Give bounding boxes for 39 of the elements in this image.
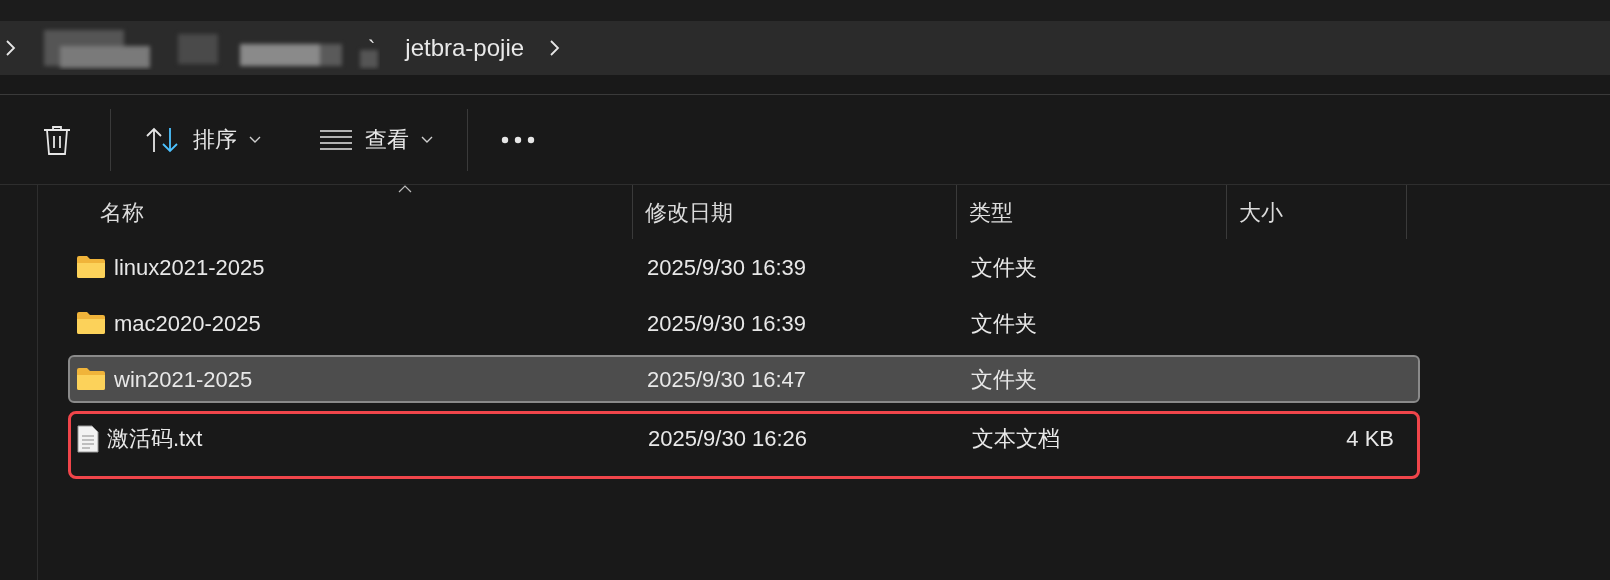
breadcrumb-item[interactable]: jetbra-pojie: [405, 30, 525, 66]
folder-icon: [76, 255, 106, 279]
trash-icon: [42, 123, 72, 156]
folder-icon: [76, 311, 106, 335]
caret-icon: [421, 135, 433, 144]
column-header[interactable]: 大小: [1227, 185, 1407, 239]
modified-date: 2025/9/30 16:39: [646, 253, 808, 282]
more-icon: [501, 135, 535, 144]
sort-icon: [145, 125, 181, 154]
file-row[interactable]: linux2021-2025 2025/9/30 16:39 文件夹: [68, 243, 1420, 291]
modified-date: 2025/9/30 16:47: [646, 365, 808, 394]
file-name: 激活码.txt: [107, 425, 203, 453]
file-row[interactable]: 激活码.txt 2025/9/30 16:26 文本文档 4 KB: [68, 411, 1420, 479]
file-row[interactable]: win2021-2025 2025/9/30 16:47 文件夹: [68, 355, 1420, 403]
column-header[interactable]: 修改日期: [633, 185, 957, 239]
caret-icon: [249, 135, 261, 144]
list-icon: [319, 128, 353, 151]
chevron-right-icon[interactable]: [548, 39, 561, 57]
modified-date: 2025/9/30 16:26: [647, 425, 809, 453]
path-separator: `: [368, 34, 376, 63]
file-type: 文件夹: [970, 253, 1038, 282]
sort-indicator-icon: [398, 185, 412, 193]
modified-date: 2025/9/30 16:39: [646, 309, 808, 338]
file-name: win2021-2025: [114, 365, 253, 394]
file-name: mac2020-2025: [114, 309, 261, 338]
column-header[interactable]: 类型: [957, 185, 1227, 239]
folder-icon: [76, 367, 106, 391]
chevron-right-icon[interactable]: [4, 39, 16, 57]
file-type: 文件夹: [970, 309, 1038, 338]
file-size: 4 KB: [1346, 426, 1394, 451]
file-name: linux2021-2025: [114, 253, 265, 282]
file-type: 文件夹: [970, 365, 1038, 394]
file-type: 文本文档: [971, 425, 1061, 453]
sort-button[interactable]: 排序: [141, 117, 265, 162]
view-button[interactable]: 查看: [315, 117, 437, 162]
text-file-icon: [77, 424, 99, 453]
address-bar[interactable]: ` jetbra-pojie: [0, 21, 1610, 75]
file-row[interactable]: mac2020-2025 2025/9/30 16:39 文件夹: [68, 299, 1420, 347]
column-header[interactable]: 名称: [68, 185, 633, 239]
